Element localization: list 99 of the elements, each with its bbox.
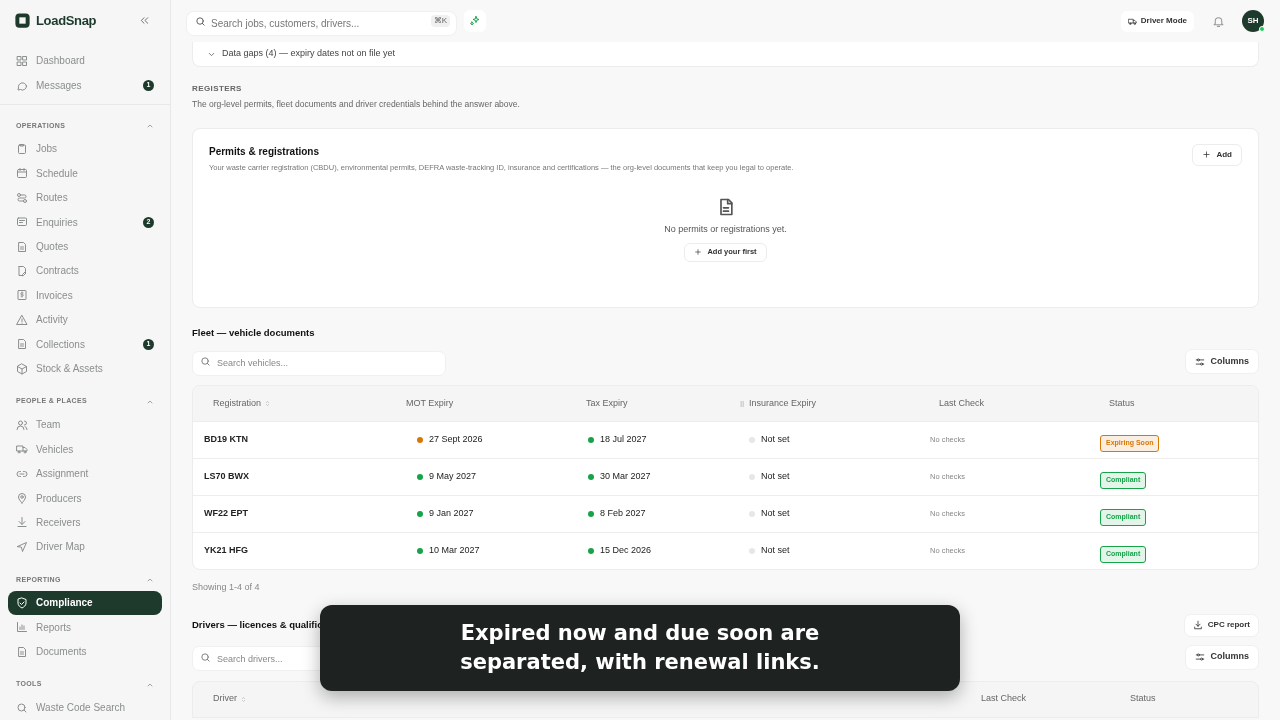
sidebar-item[interactable]: Documents [8, 639, 162, 664]
data-gaps-panel[interactable]: Data gaps (4) — expiry dates not on file yet [192, 42, 1259, 67]
columns-button[interactable]: Columns [1185, 644, 1259, 670]
column-header[interactable]: Status [1109, 386, 1258, 421]
sidebar-item[interactable]: Stock & Assets [8, 356, 162, 381]
cpc-report-button[interactable]: CPC report [1183, 613, 1259, 637]
date-text: 10 Mar 2027 [429, 544, 480, 558]
calendar-icon [16, 167, 28, 180]
section-description: The org-level permits, fleet documents and driver credentials behind the answer above. [192, 98, 521, 111]
sliders-icon [1195, 652, 1206, 662]
sidebar-item[interactable]: Reports [8, 615, 162, 640]
sparkle-button[interactable] [464, 10, 486, 32]
vehicle-search-field[interactable]: Search vehicles... [192, 350, 446, 376]
navigation-arrow-icon [16, 540, 28, 553]
warning-triangle-icon [16, 313, 28, 326]
plus-icon [694, 248, 703, 256]
registration-cell-text: YK21 HFG [203, 544, 249, 558]
sidebar-item[interactable]: Jobs [8, 136, 162, 161]
sidebar-item[interactable]: Activity [8, 307, 162, 333]
message-square-icon [16, 216, 28, 229]
bar-chart-icon [16, 621, 28, 634]
sliders-icon [1195, 356, 1206, 367]
search-icon [200, 356, 211, 367]
sidebar-item[interactable]: Dashboard [8, 48, 162, 74]
date-text: 27 Sept 2026 [429, 433, 483, 447]
column-header[interactable]: MOT Expiry [406, 386, 577, 421]
sidebar-item[interactable]: Waste Code Search [8, 695, 162, 720]
date-text: 30 Mar 2027 [600, 470, 651, 484]
sidebar-item[interactable]: Compliance [8, 590, 162, 616]
date-text: Not set [761, 433, 790, 447]
registration-cell-text: WF22 EPT [203, 507, 249, 521]
sidebar-item[interactable]: Schedule [8, 161, 162, 186]
sidebar-item[interactable]: Receivers [8, 510, 162, 535]
sidebar-item[interactable]: Routes [8, 185, 162, 210]
truck-icon [1127, 16, 1137, 26]
date-text: 18 Jul 2027 [600, 433, 647, 447]
empty-state-text: No permits or registrations yet. [664, 223, 787, 236]
sort-icon [240, 695, 247, 703]
section-heading: REGISTERS [192, 83, 243, 95]
grid-icon [16, 54, 28, 67]
sidebar-item[interactable]: Contracts [8, 258, 162, 284]
logo-mark-icon [13, 11, 32, 31]
column-header[interactable]: Last Check [939, 386, 1109, 421]
pagination-text: Showing 1-4 of 4 [192, 581, 261, 594]
sidebar-item[interactable]: Team [8, 412, 162, 437]
sidebar-item[interactable]: Quotes [8, 234, 162, 259]
plus-icon [1202, 150, 1212, 160]
drag-handle-icon [738, 399, 746, 408]
people-icon [16, 418, 28, 431]
bell-icon [1211, 14, 1225, 28]
date-text: 9 Jan 2027 [429, 507, 474, 521]
sidebar-item[interactable]: Producers [8, 485, 162, 511]
column-header[interactable]: Tax Expiry [577, 386, 738, 421]
column-header[interactable]: Insurance Expiry [738, 386, 939, 421]
user-avatar[interactable]: SH [1242, 10, 1264, 32]
columns-button[interactable]: Columns [1185, 349, 1259, 374]
date-text: Not set [761, 507, 790, 521]
download-icon [1192, 620, 1203, 630]
registration-cell-text: LS70 BWX [203, 470, 250, 484]
registration-cell-text: BD19 KTN [203, 433, 249, 447]
data-gaps-label: Data gaps (4) — expiry dates not on file yet [222, 47, 396, 61]
sidebar-item[interactable]: Invoices [8, 283, 162, 308]
invoice-icon [16, 289, 28, 302]
clipboard-icon [16, 142, 28, 155]
column-header[interactable]: Driver [193, 692, 981, 706]
driver-mode-button[interactable]: Driver Mode [1120, 10, 1194, 32]
sidebar-item[interactable]: Driver Map [8, 534, 162, 560]
card-title: Permits & registrations [209, 144, 321, 159]
sidebar-item[interactable]: Vehicles [8, 436, 162, 462]
document-icon [16, 645, 28, 658]
contract-icon [16, 265, 28, 277]
logo-text: LoadSnap [36, 11, 97, 30]
date-text: 9 May 2027 [429, 470, 477, 484]
date-text: Not set [761, 544, 790, 558]
column-header[interactable]: Registration [193, 386, 406, 421]
date-text: 15 Dec 2026 [600, 544, 652, 558]
search-icon [200, 651, 211, 663]
download-arrow-icon [16, 516, 28, 529]
document-icon [16, 338, 28, 351]
sort-icon [264, 400, 272, 407]
sparkle-icon [469, 15, 481, 27]
search-icon [195, 15, 206, 27]
search-icon [16, 701, 28, 714]
route-icon [16, 191, 28, 204]
double-chevron-left-icon [138, 15, 150, 27]
add-button[interactable]: Add [1192, 143, 1242, 166]
date-text: Not set [761, 470, 790, 484]
date-text: 8 Feb 2027 [600, 507, 646, 521]
column-header[interactable]: Last Check [981, 692, 1130, 706]
caption-text: Expired now and due soon are separated, with renewal links. [459, 620, 821, 676]
map-pin-icon [16, 492, 28, 504]
section-title: Fleet — vehicle documents [192, 325, 316, 340]
document-icon [16, 240, 28, 253]
shield-check-icon [16, 596, 28, 609]
sidebar-item[interactable]: Assignment [8, 461, 162, 486]
truck-icon [16, 443, 28, 456]
chat-bubble-icon [16, 79, 28, 92]
package-icon [16, 362, 28, 375]
column-header[interactable]: Status [1130, 692, 1258, 706]
